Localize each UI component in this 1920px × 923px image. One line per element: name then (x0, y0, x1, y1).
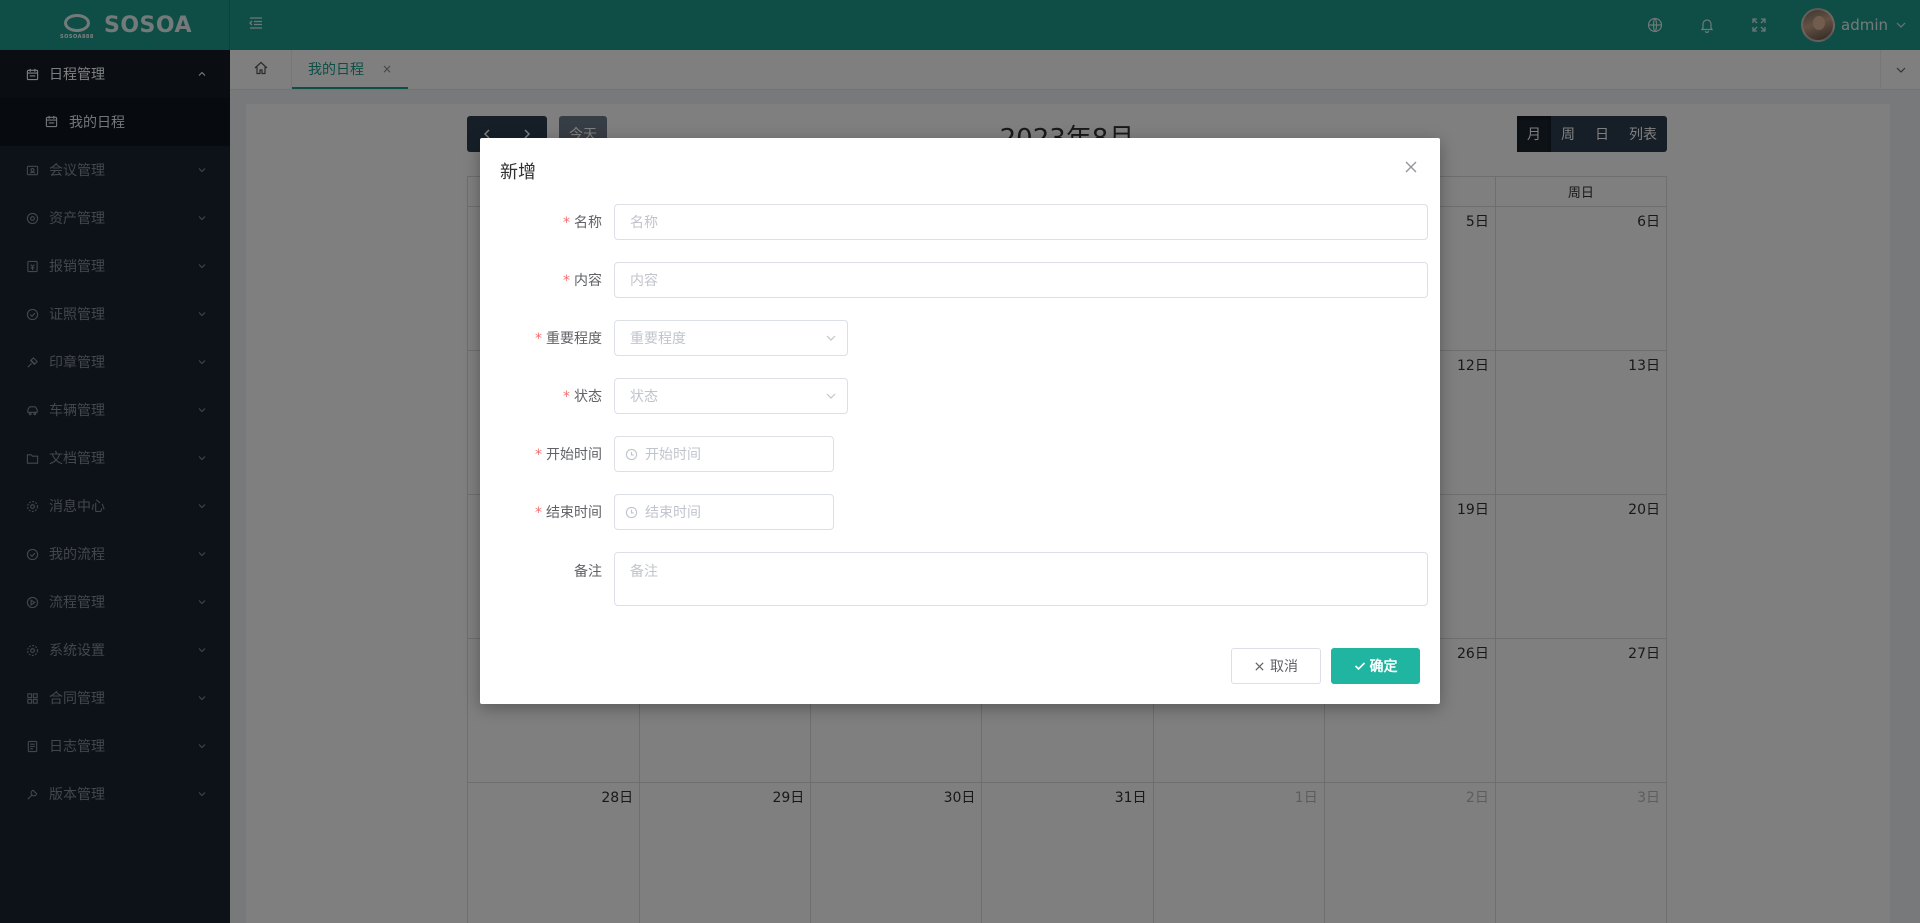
form-row-start-time: * 开始时间 开始时间 (480, 436, 834, 472)
field-label: * 结束时间 (535, 505, 602, 521)
add-schedule-dialog: 新增 * 名称 名称 * 内容 内容 * 重要程度 重要程度 * 状态 状态 * 开始时间… (480, 138, 1440, 704)
field-label: * 重要程度 (535, 331, 602, 347)
form-row-importance: * 重要程度 重要程度 (480, 320, 848, 356)
field-label: * 开始时间 (535, 447, 602, 463)
status-select[interactable]: 状态 (614, 378, 848, 414)
content-input[interactable]: 内容 (614, 262, 1428, 298)
cancel-button[interactable]: 取消 (1231, 648, 1321, 684)
cancel-button-label: 取消 (1270, 659, 1298, 675)
chevron-down-icon (825, 390, 837, 402)
importance-select[interactable]: 重要程度 (614, 320, 848, 356)
clock-icon (625, 447, 639, 461)
field-label: * 状态 (563, 389, 602, 405)
field-label: 备注 (574, 564, 602, 580)
start-time-picker[interactable]: 开始时间 (614, 436, 834, 472)
form-row-name: * 名称 名称 (480, 204, 1428, 240)
select-placeholder: 状态 (630, 389, 658, 405)
chevron-down-icon (825, 332, 837, 344)
picker-placeholder: 开始时间 (645, 447, 701, 463)
picker-placeholder: 结束时间 (645, 505, 701, 521)
close-icon (1254, 660, 1266, 672)
form-row-end-time: * 结束时间 结束时间 (480, 494, 834, 530)
remark-textarea[interactable]: 备注 (614, 552, 1428, 606)
form-row-status: * 状态 状态 (480, 378, 848, 414)
close-icon[interactable] (1404, 160, 1418, 174)
clock-icon (625, 505, 639, 519)
form-row-content: * 内容 内容 (480, 262, 1428, 298)
confirm-button[interactable]: 确定 (1331, 648, 1420, 684)
name-input[interactable]: 名称 (614, 204, 1428, 240)
dialog-footer: 取消 确定 (1231, 648, 1420, 684)
field-label: * 内容 (563, 273, 602, 289)
field-label: * 名称 (563, 215, 602, 231)
select-placeholder: 重要程度 (630, 331, 686, 347)
dialog-title: 新增 (500, 162, 536, 183)
confirm-button-label: 确定 (1369, 659, 1398, 675)
check-icon (1354, 660, 1366, 672)
end-time-picker[interactable]: 结束时间 (614, 494, 834, 530)
form-row-remark: 备注 备注 (480, 552, 1428, 606)
